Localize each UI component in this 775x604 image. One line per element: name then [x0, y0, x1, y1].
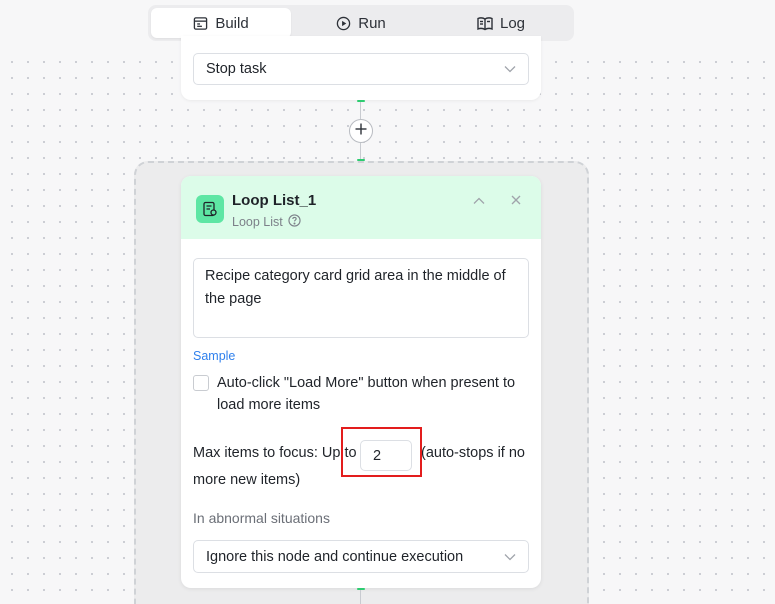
auto-click-load-more-label: Auto-click "Load More" button when prese… — [217, 375, 516, 413]
abnormal-situations-select-value: Ignore this node and continue execution — [206, 548, 464, 565]
collapse-button[interactable] — [471, 193, 487, 209]
tab-run-label: Run — [358, 14, 386, 32]
loop-list-node-card[interactable]: Loop List_1 Loop List Recipe category ca… — [181, 176, 541, 588]
element-description-input[interactable]: Recipe category card grid area in the mi… — [193, 258, 529, 338]
close-icon — [511, 192, 521, 210]
chevron-down-icon — [504, 549, 516, 565]
tab-run[interactable]: Run — [291, 8, 431, 38]
connector-line-node-bottom — [360, 590, 361, 604]
max-items-suffix-line-1: (auto-stops if no — [421, 445, 525, 461]
node-subtitle: Loop List — [232, 214, 301, 230]
auto-click-load-more-checkbox[interactable] — [193, 375, 209, 391]
abnormal-situations-select[interactable]: Ignore this node and continue execution — [193, 540, 529, 573]
max-items-suffix-line-2: more new items) — [193, 472, 301, 488]
connector-port-node-bottom — [357, 588, 365, 590]
tab-log[interactable]: Log — [431, 8, 571, 38]
close-button[interactable] — [508, 193, 524, 209]
play-circle-icon — [336, 16, 351, 31]
tab-log-label: Log — [499, 14, 526, 32]
build-icon — [193, 16, 208, 31]
abnormal-situations-label: In abnormal situations — [193, 510, 330, 526]
previous-node-card: Stop task — [181, 36, 541, 100]
max-items-label: Max items to focus: Up to — [193, 445, 357, 461]
help-icon[interactable] — [288, 214, 301, 230]
tab-build-label: Build — [215, 14, 249, 32]
plus-icon — [355, 122, 367, 140]
sample-link[interactable]: Sample — [193, 349, 235, 363]
node-title: Loop List_1 — [232, 192, 317, 209]
stop-task-select-value: Stop task — [206, 61, 267, 77]
chevron-up-icon — [473, 192, 485, 210]
connector-line-top — [360, 101, 361, 119]
tab-build[interactable]: Build — [151, 8, 291, 38]
stop-task-select[interactable]: Stop task — [193, 53, 529, 85]
connector-port-top — [357, 100, 365, 102]
chevron-down-icon — [504, 61, 516, 77]
add-node-button[interactable] — [349, 119, 373, 143]
node-header: Loop List_1 Loop List — [181, 176, 541, 239]
node-subtitle-text: Loop List — [232, 215, 283, 229]
max-items-input[interactable] — [360, 440, 412, 471]
list-node-icon — [196, 195, 224, 223]
book-icon — [477, 16, 493, 31]
